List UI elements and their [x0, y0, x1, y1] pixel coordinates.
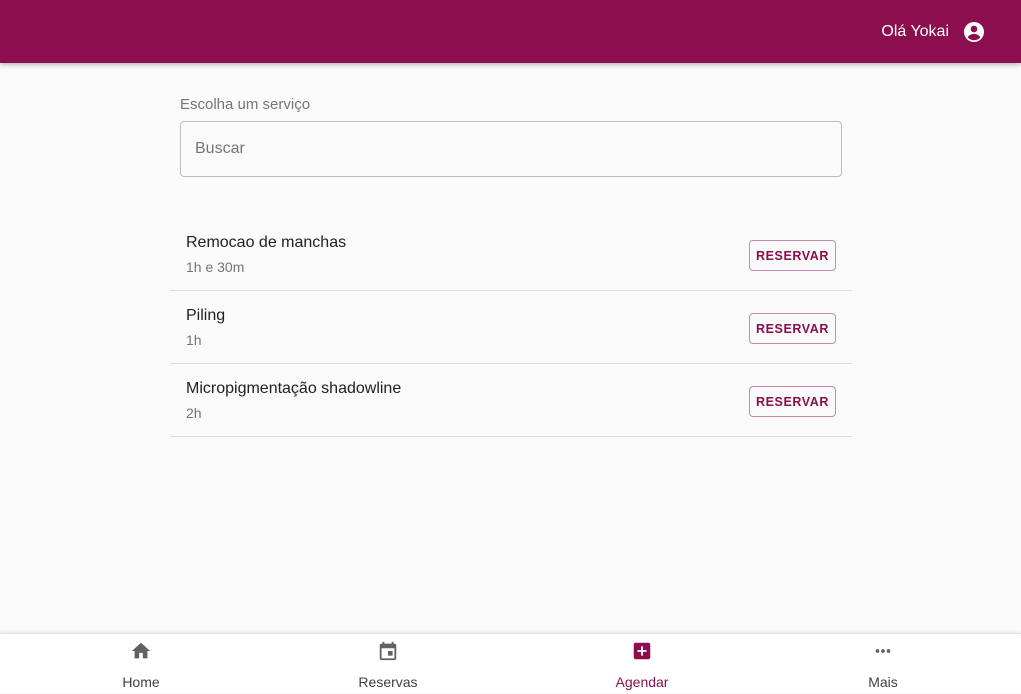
service-search-input[interactable]	[180, 121, 842, 177]
app-bar: Olá Yokai	[0, 0, 1021, 63]
service-name: Piling	[186, 307, 226, 324]
nav-label: Reservas	[358, 674, 418, 690]
service-item: Micropigmentação shadowline 2h RESERVAR	[170, 364, 852, 437]
service-name: Remocao de manchas	[186, 234, 347, 251]
main-content: Escolha um serviço Remocao de manchas 1h…	[0, 63, 1021, 633]
service-duration: 1h e 30m	[186, 259, 245, 275]
reserve-button[interactable]: RESERVAR	[749, 386, 836, 417]
service-item: Piling 1h RESERVAR	[170, 291, 852, 364]
reserve-button[interactable]: RESERVAR	[749, 313, 836, 344]
calendar-icon	[377, 640, 399, 662]
account-button[interactable]	[962, 20, 986, 44]
service-duration: 1h	[186, 332, 202, 348]
nav-item-agendar[interactable]: Agendar	[542, 634, 742, 694]
add-box-icon	[631, 640, 653, 662]
service-item: Remocao de manchas 1h e 30m RESERVAR	[170, 218, 852, 291]
nav-label: Mais	[868, 674, 898, 690]
nav-label: Home	[122, 674, 160, 690]
service-list: Remocao de manchas 1h e 30m RESERVAR Pil…	[170, 218, 852, 437]
nav-item-home[interactable]: Home	[41, 634, 241, 694]
service-name: Micropigmentação shadowline	[186, 380, 402, 397]
nav-item-reservas[interactable]: Reservas	[288, 634, 488, 694]
nav-label: Agendar	[615, 674, 669, 690]
home-icon	[130, 640, 152, 662]
account-circle-icon	[964, 21, 984, 42]
user-greeting: Olá Yokai	[881, 22, 949, 40]
service-duration: 2h	[186, 405, 202, 421]
bottom-navigation: Home Reservas Agendar Mais	[0, 633, 1021, 693]
nav-item-mais[interactable]: Mais	[783, 634, 983, 694]
service-search-label: Escolha um serviço	[180, 96, 311, 113]
reserve-button[interactable]: RESERVAR	[749, 240, 836, 271]
more-horizontal-icon	[872, 640, 894, 662]
